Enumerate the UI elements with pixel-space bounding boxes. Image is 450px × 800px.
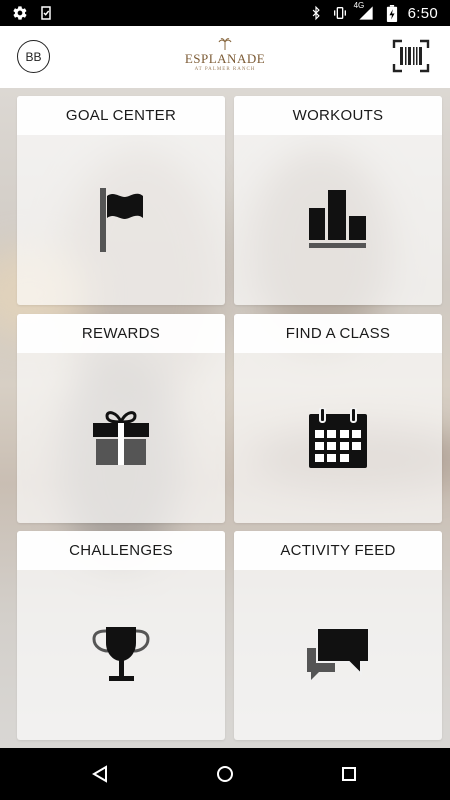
home-icon <box>217 766 233 782</box>
find-a-class-tile[interactable]: FIND A CLASS <box>234 314 442 523</box>
bluetooth-icon <box>308 5 324 21</box>
logo-name: ESPLANADE <box>184 51 266 66</box>
flag-icon <box>100 188 143 252</box>
palm-icon <box>180 38 270 52</box>
trophy-icon <box>92 627 150 681</box>
avatar-initials: BB <box>25 49 42 64</box>
workouts-tile[interactable]: WORKOUTS <box>234 96 442 305</box>
chat-bubbles-icon <box>307 628 369 680</box>
back-button[interactable] <box>88 762 112 786</box>
challenges-tile[interactable]: CHALLENGES <box>17 531 225 740</box>
dashboard-grid: GOAL CENTER WORKOUTS REWARDS FIND A CLAS… <box>0 88 450 748</box>
gift-icon <box>93 411 149 465</box>
signal-icon: 4G <box>354 1 376 21</box>
rewards-tile[interactable]: REWARDS <box>17 314 225 523</box>
tile-title: ACTIVITY FEED <box>234 531 442 570</box>
recents-button[interactable] <box>337 762 361 786</box>
tile-title: WORKOUTS <box>234 96 442 135</box>
brand-logo: ESPLANADE AT PALMER RANCH <box>180 38 270 78</box>
battery-charging-icon <box>384 4 400 22</box>
system-nav-bar <box>0 748 450 800</box>
tile-title: CHALLENGES <box>17 531 225 570</box>
back-icon <box>92 765 107 783</box>
app-header: BB ESPLANADE AT PALMER RANCH <box>0 26 450 88</box>
tile-title: GOAL CENTER <box>17 96 225 135</box>
bar-chart-icon <box>309 190 366 248</box>
barcode-scanner-button[interactable] <box>392 39 430 73</box>
recents-icon <box>342 767 356 781</box>
barcode-scanner-icon <box>392 39 430 73</box>
settings-icon <box>12 5 28 21</box>
home-button[interactable] <box>213 762 237 786</box>
status-bar: 4G 6:50 <box>0 0 450 26</box>
logo-tagline: AT PALMER RANCH <box>194 67 256 72</box>
calendar-icon <box>309 408 367 468</box>
clock: 6:50 <box>407 4 438 22</box>
clipboard-check-icon <box>38 5 54 21</box>
vibrate-icon <box>332 5 348 21</box>
avatar[interactable]: BB <box>17 40 50 73</box>
goal-center-tile[interactable]: GOAL CENTER <box>17 96 225 305</box>
tile-title: REWARDS <box>17 314 225 353</box>
network-type: 4G <box>353 1 365 10</box>
activity-feed-tile[interactable]: ACTIVITY FEED <box>234 531 442 740</box>
tile-title: FIND A CLASS <box>234 314 442 353</box>
